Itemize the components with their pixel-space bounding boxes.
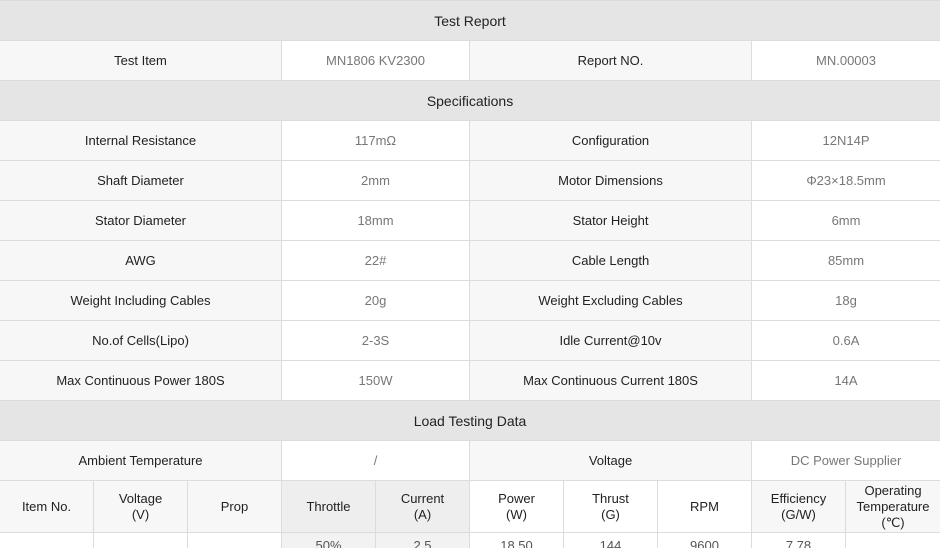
specifications-title-row: Specifications (0, 80, 940, 121)
spec-row: Max Continuous Power 180S 150W Max Conti… (0, 360, 940, 401)
header-voltage: Voltage (V) (93, 480, 188, 533)
report-no-value: MN.00003 (750, 40, 940, 81)
test-item-value: MN1806 KV2300 (281, 40, 470, 81)
header-item-no: Item No. (0, 480, 94, 533)
spec-value: 117mΩ (281, 120, 470, 161)
header-current: Current (A) (375, 480, 470, 533)
ambient-voltage-row: Ambient Temperature / Voltage DC Power S… (0, 440, 940, 481)
cell-temperature (844, 532, 940, 548)
header-operating-temperature: Operating Temperature (℃) (844, 480, 940, 533)
load-table-header-row: Item No. Voltage (V) Prop Throttle Curren… (0, 480, 940, 533)
spec-label: Cable Length (469, 240, 752, 281)
header-efficiency: Efficiency (G/W) (751, 480, 846, 533)
spec-value: 20g (281, 280, 470, 321)
spec-value: 18g (750, 280, 940, 321)
header-thrust: Thrust (G) (563, 480, 658, 533)
load-testing-title: Load Testing Data (0, 400, 940, 441)
spec-value: 2-3S (281, 320, 470, 361)
header-rpm: RPM (657, 480, 752, 533)
table-row: 50% 2.5 18.50 144 9600 7.78 (0, 532, 940, 548)
spec-value: 6mm (750, 200, 940, 241)
test-report: Test Report Test Item MN1806 KV2300 Repo… (0, 0, 940, 548)
spec-value: 0.6A (750, 320, 940, 361)
header-throttle: Throttle (281, 480, 376, 533)
spec-row: No.of Cells(Lipo) 2-3S Idle Current@10v … (0, 320, 940, 361)
report-no-label: Report NO. (469, 40, 752, 81)
spec-label: Max Continuous Power 180S (0, 360, 282, 401)
header-prop: Prop (187, 480, 282, 533)
spec-label: Motor Dimensions (469, 160, 752, 201)
cell-item-no (0, 532, 94, 548)
spec-row: Shaft Diameter 2mm Motor Dimensions Φ23×… (0, 160, 940, 201)
spec-label: Weight Including Cables (0, 280, 282, 321)
spec-value: 22# (281, 240, 470, 281)
test-item-row: Test Item MN1806 KV2300 Report NO. MN.00… (0, 40, 940, 81)
spec-label: Configuration (469, 120, 752, 161)
spec-label: Shaft Diameter (0, 160, 282, 201)
header-power: Power (W) (469, 480, 564, 533)
spec-value: 14A (750, 360, 940, 401)
voltage-source-label: Voltage (469, 440, 752, 481)
cell-prop (187, 532, 282, 548)
spec-label: Stator Diameter (0, 200, 282, 241)
spec-value: 150W (281, 360, 470, 401)
cell-power: 18.50 (469, 532, 564, 548)
ambient-temperature-value: / (281, 440, 470, 481)
report-table: Test Report Test Item MN1806 KV2300 Repo… (0, 0, 940, 548)
report-title-row: Test Report (0, 0, 940, 41)
spec-label: Max Continuous Current 180S (469, 360, 752, 401)
spec-label: Weight Excluding Cables (469, 280, 752, 321)
specifications-title: Specifications (0, 80, 940, 121)
spec-row: AWG 22# Cable Length 85mm (0, 240, 940, 281)
spec-label: Stator Height (469, 200, 752, 241)
cell-efficiency: 7.78 (751, 532, 846, 548)
cell-thrust: 144 (563, 532, 658, 548)
spec-value: 12N14P (750, 120, 940, 161)
cell-current: 2.5 (375, 532, 470, 548)
ambient-temperature-label: Ambient Temperature (0, 440, 282, 481)
spec-label: Internal Resistance (0, 120, 282, 161)
spec-row: Stator Diameter 18mm Stator Height 6mm (0, 200, 940, 241)
spec-label: AWG (0, 240, 282, 281)
test-item-label: Test Item (0, 40, 282, 81)
spec-value: 18mm (281, 200, 470, 241)
report-title: Test Report (0, 0, 940, 41)
voltage-source-value: DC Power Supplier (750, 440, 940, 481)
cell-voltage (93, 532, 188, 548)
spec-label: Idle Current@10v (469, 320, 752, 361)
spec-value: 85mm (750, 240, 940, 281)
spec-value: Φ23×18.5mm (750, 160, 940, 201)
spec-row: Internal Resistance 117mΩ Configuration … (0, 120, 940, 161)
spec-label: No.of Cells(Lipo) (0, 320, 282, 361)
spec-row: Weight Including Cables 20g Weight Exclu… (0, 280, 940, 321)
load-testing-title-row: Load Testing Data (0, 400, 940, 441)
cell-rpm: 9600 (657, 532, 752, 548)
cell-throttle: 50% (281, 532, 376, 548)
spec-value: 2mm (281, 160, 470, 201)
